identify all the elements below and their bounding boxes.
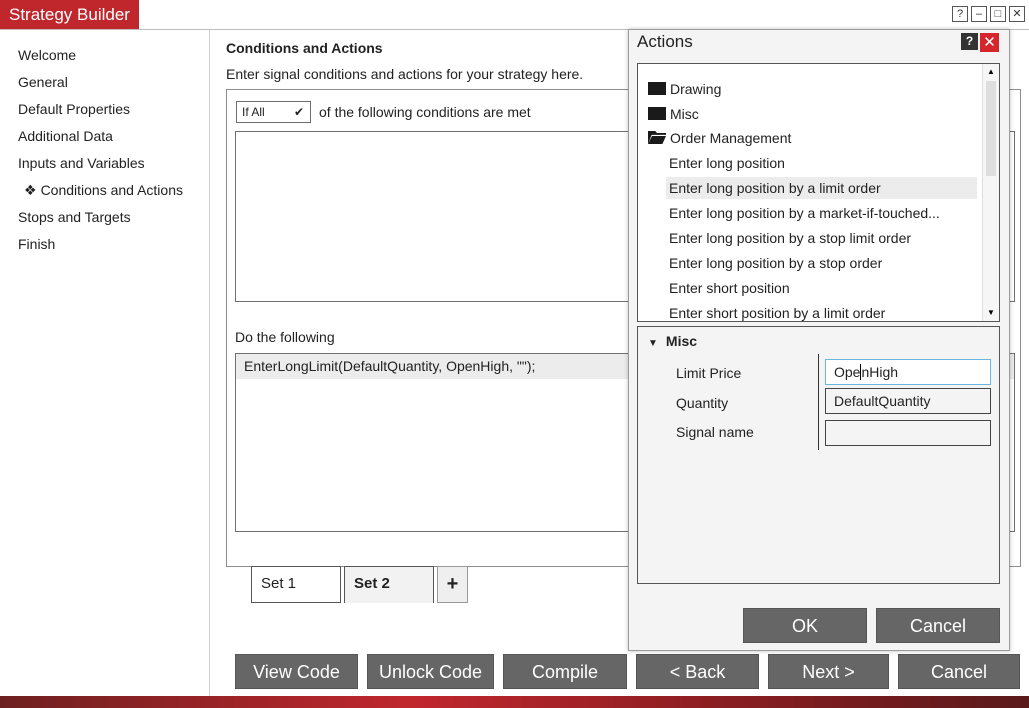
tree-item-selected[interactable]: Enter long position by a limit order bbox=[666, 177, 977, 199]
tree-item-label: Misc bbox=[670, 106, 699, 122]
window-controls: ? – □ ✕ bbox=[952, 6, 1025, 22]
wizard-buttons: View Code Unlock Code Compile < Back Nex… bbox=[235, 654, 1020, 689]
nav-item-label: Additional Data bbox=[18, 128, 113, 144]
dialog-cancel-button[interactable]: Cancel bbox=[876, 608, 1000, 643]
nav-item-general[interactable]: General bbox=[0, 72, 209, 99]
quantity-field[interactable]: DefaultQuantity bbox=[825, 388, 991, 414]
nav-item-additional-data[interactable]: Additional Data bbox=[0, 126, 209, 153]
condition-text: of the following conditions are met bbox=[319, 104, 531, 120]
tree-folder-order-management[interactable]: Order Management bbox=[648, 127, 791, 149]
tree-item[interactable]: Enter long position by a market-if-touch… bbox=[669, 202, 940, 224]
page-title: Conditions and Actions bbox=[226, 40, 383, 56]
nav-item-finish[interactable]: Finish bbox=[0, 234, 209, 261]
tree-item[interactable]: Enter long position by a stop order bbox=[669, 252, 882, 274]
scroll-thumb[interactable] bbox=[986, 81, 996, 176]
tree-item[interactable]: Enter short position bbox=[669, 277, 790, 299]
close-icon[interactable]: ✕ bbox=[1009, 6, 1025, 22]
tab-set-2[interactable]: Set 2 bbox=[344, 566, 434, 603]
nav-item-label: Finish bbox=[18, 236, 56, 252]
nav-item-label: Conditions and Actions bbox=[40, 182, 183, 198]
view-code-button[interactable]: View Code bbox=[235, 654, 358, 689]
actions-dialog: Actions ? ✕ Drawing Misc Order Managemen… bbox=[628, 29, 1010, 651]
ok-button[interactable]: OK bbox=[743, 608, 867, 643]
cancel-button[interactable]: Cancel bbox=[898, 654, 1020, 689]
folder-icon bbox=[648, 107, 666, 120]
add-set-button[interactable]: + bbox=[437, 566, 468, 603]
chevron-down-icon: ✔ bbox=[293, 105, 304, 119]
condition-mode-select[interactable]: If All ✔ bbox=[236, 101, 311, 123]
unlock-code-button[interactable]: Unlock Code bbox=[367, 654, 494, 689]
nav-item-label: Inputs and Variables bbox=[18, 155, 145, 171]
limit-price-label: Limit Price bbox=[676, 365, 742, 381]
title-bar: Strategy Builder ? – □ ✕ bbox=[0, 0, 1029, 30]
nav-item-label: Stops and Targets bbox=[18, 209, 131, 225]
tree-folder-misc[interactable]: Misc bbox=[648, 103, 699, 125]
tree-item[interactable]: Enter long position by a stop limit orde… bbox=[669, 227, 911, 249]
nav-item-label: Default Properties bbox=[18, 101, 131, 117]
nav-item-stops-and-targets[interactable]: Stops and Targets bbox=[0, 207, 209, 234]
tree-item[interactable]: Enter long position bbox=[669, 152, 785, 174]
tree-folder-drawing[interactable]: Drawing bbox=[648, 78, 721, 100]
scroll-up-icon[interactable]: ▲ bbox=[983, 64, 999, 80]
scroll-down-icon[interactable]: ▼ bbox=[983, 305, 999, 321]
nav-item-label: General bbox=[18, 74, 68, 90]
column-divider bbox=[818, 354, 819, 450]
tree-item-label: Order Management bbox=[670, 130, 792, 146]
nav-item-inputs-and-variables[interactable]: Inputs and Variables bbox=[0, 153, 209, 180]
section-label: Misc bbox=[665, 333, 698, 349]
compile-button[interactable]: Compile bbox=[503, 654, 627, 689]
wizard-nav: Welcome General Default Properties Addit… bbox=[0, 30, 210, 696]
close-icon[interactable]: ✕ bbox=[980, 33, 999, 52]
actions-label: Do the following bbox=[235, 329, 335, 345]
quantity-label: Quantity bbox=[676, 395, 729, 411]
window-title: Strategy Builder bbox=[0, 0, 139, 29]
condition-mode-value: If All bbox=[242, 105, 265, 119]
set-tabs: Set 1 Set 2 + bbox=[251, 566, 468, 603]
properties-section-misc[interactable]: ▼ Misc bbox=[648, 333, 697, 349]
tree-item[interactable]: Enter short position by a limit order bbox=[669, 302, 885, 321]
dialog-controls: ? ✕ bbox=[961, 33, 999, 52]
limit-price-value-start: Ope bbox=[834, 364, 861, 380]
tab-set-1[interactable]: Set 1 bbox=[251, 566, 341, 603]
nav-item-default-properties[interactable]: Default Properties bbox=[0, 99, 209, 126]
nav-item-label: Welcome bbox=[18, 47, 77, 63]
folder-icon bbox=[648, 82, 666, 95]
signal-name-label: Signal name bbox=[676, 424, 754, 440]
page-description: Enter signal conditions and actions for … bbox=[226, 66, 584, 82]
maximize-icon[interactable]: □ bbox=[990, 6, 1006, 22]
tree-scrollbar[interactable]: ▲ ▼ bbox=[982, 64, 999, 321]
help-icon[interactable]: ? bbox=[961, 33, 978, 50]
limit-price-field[interactable]: OpenHigh bbox=[825, 359, 991, 385]
help-icon[interactable]: ? bbox=[952, 6, 968, 22]
condition-row: If All ✔ of the following conditions are… bbox=[236, 101, 531, 123]
back-button[interactable]: < Back bbox=[636, 654, 759, 689]
dialog-title: Actions bbox=[637, 32, 693, 51]
minimize-icon[interactable]: – bbox=[971, 6, 987, 22]
nav-item-welcome[interactable]: Welcome bbox=[0, 45, 209, 72]
active-marker-icon: ❖ bbox=[24, 182, 37, 198]
next-button[interactable]: Next > bbox=[768, 654, 889, 689]
actions-tree: Drawing Misc Order Management Enter long… bbox=[637, 63, 1000, 322]
folder-open-icon bbox=[648, 131, 666, 144]
nav-item-conditions-and-actions[interactable]: ❖ Conditions and Actions bbox=[0, 180, 209, 207]
taskbar-strip bbox=[0, 696, 1029, 708]
properties-grid: ▼ Misc Limit Price OpenHigh Quantity Defa… bbox=[637, 326, 1000, 584]
tree-item-label: Drawing bbox=[670, 81, 722, 97]
limit-price-value-end: nHigh bbox=[861, 364, 899, 380]
triangle-down-icon: ▼ bbox=[648, 338, 658, 349]
signal-name-field[interactable] bbox=[825, 420, 991, 446]
